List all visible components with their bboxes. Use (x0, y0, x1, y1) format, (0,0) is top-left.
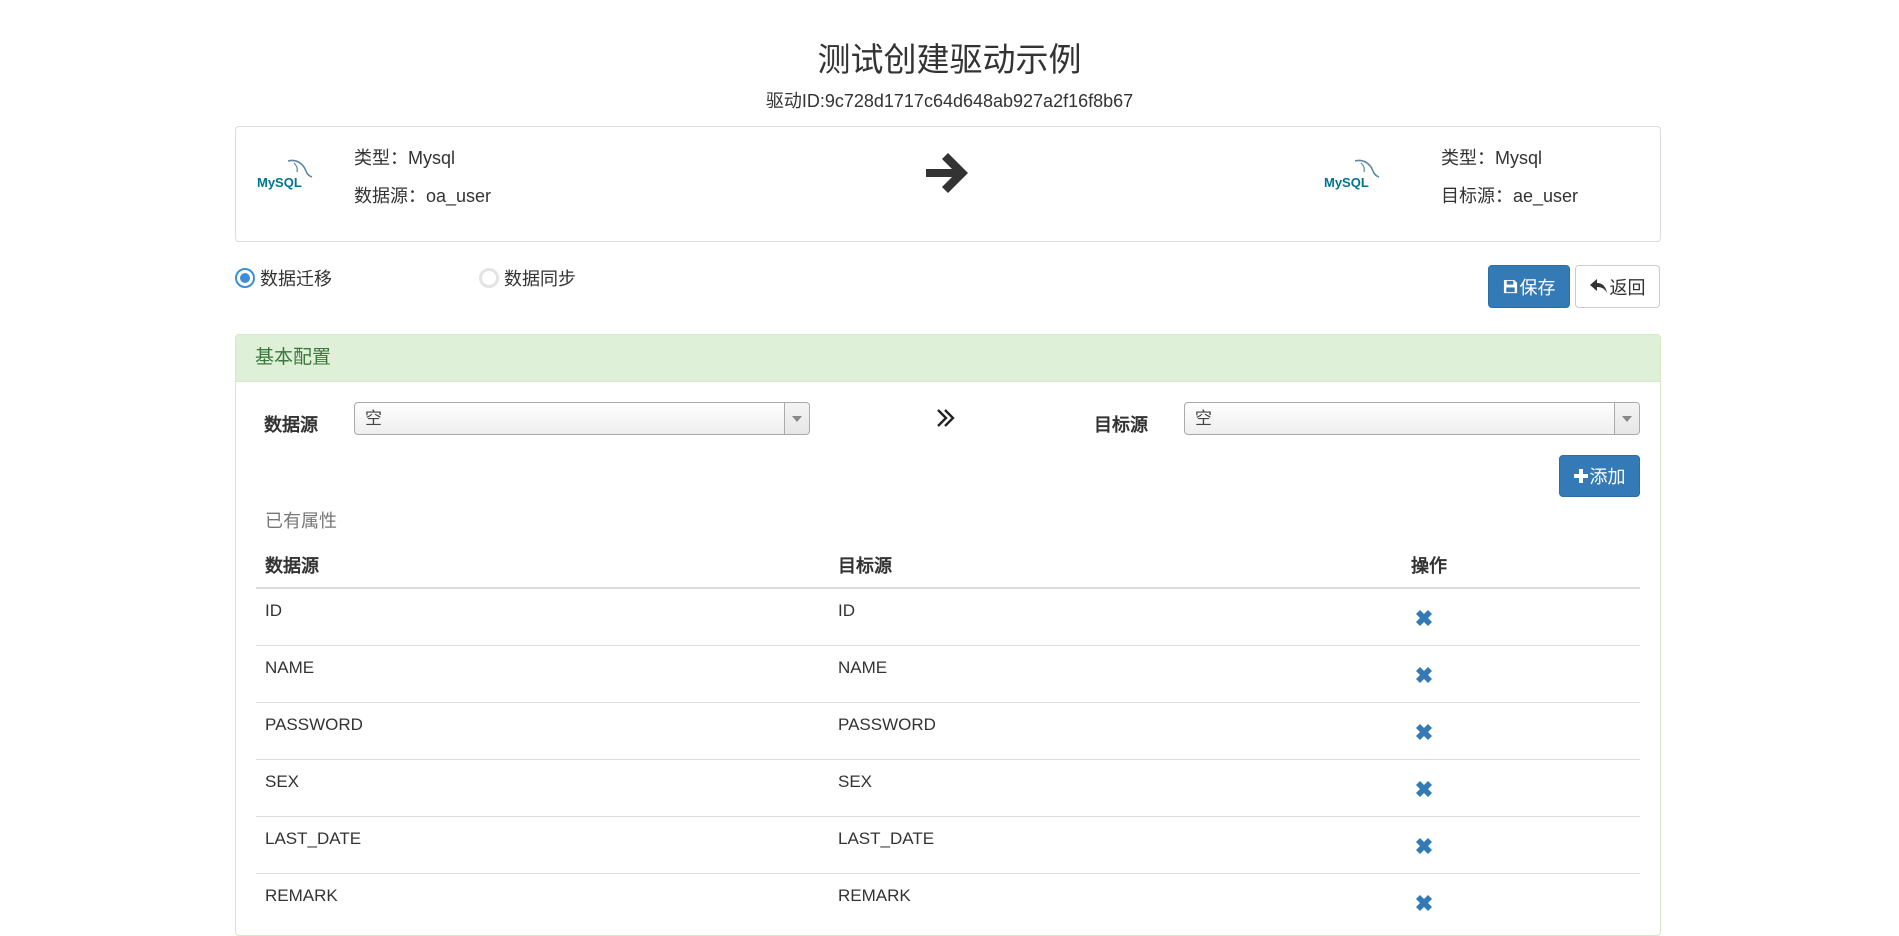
radio-label-sync: 数据同步 (504, 269, 576, 289)
target-select-value: 空 (1195, 409, 1212, 428)
cell-source: ID (256, 587, 829, 645)
target-type: 类型：Mysql (1441, 148, 1543, 168)
driver-id: 驱动ID:9c728d1717c64d648ab927a2f16f8b67 (765, 91, 1134, 111)
existing-attributes-title: 已有属性 (265, 511, 337, 531)
attribute-table: 数据源 目标源 操作 ID ID NAME NAME PASSWORD PASS… (256, 542, 1640, 930)
cell-target: REMARK (829, 872, 1402, 930)
cell-action (1402, 644, 1640, 702)
cell-target: LAST_DATE (829, 815, 1402, 873)
table-row: SEX SEX (256, 758, 1640, 816)
target-name: 目标源：ae_user (1441, 186, 1579, 206)
column-header-action: 操作 (1402, 542, 1640, 589)
remove-icon[interactable] (1411, 776, 1437, 802)
source-name: 数据源：oa_user (354, 186, 492, 206)
cell-action (1402, 815, 1640, 873)
table-header-row: 数据源 目标源 操作 (256, 542, 1640, 589)
cell-source: SEX (256, 758, 829, 816)
source-field-label: 数据源 (264, 415, 318, 435)
cell-target: PASSWORD (829, 701, 1402, 759)
plus-icon (1573, 469, 1588, 483)
radio-unchecked-icon[interactable] (479, 268, 499, 288)
basic-config-panel: 基本配置 数据源 空 目标源 空 添加 已有属性 数据源 目标源 操作 ID I… (235, 334, 1661, 936)
table-row: NAME NAME (256, 644, 1640, 702)
table-row: PASSWORD PASSWORD (256, 701, 1640, 759)
chevron-down-icon[interactable] (784, 403, 809, 434)
cell-source: NAME (256, 644, 829, 702)
cell-source: REMARK (256, 872, 829, 930)
cell-target: NAME (829, 644, 1402, 702)
table-row: ID ID (256, 587, 1640, 645)
radio-label-migration: 数据迁移 (260, 269, 332, 289)
radio-data-sync[interactable]: 数据同步 (479, 265, 576, 291)
back-icon (1589, 279, 1607, 293)
cell-action (1402, 701, 1640, 759)
save-button[interactable]: 保存 (1488, 265, 1570, 308)
double-chevron-right-icon (937, 409, 955, 427)
panel-heading: 基本配置 (236, 335, 1660, 382)
mysql-logo-icon: MySQL (1324, 159, 1380, 190)
column-header-source: 数据源 (256, 542, 829, 589)
remove-icon[interactable] (1411, 605, 1437, 631)
back-button-label: 返回 (1609, 277, 1646, 298)
chevron-down-icon[interactable] (1614, 403, 1639, 434)
table-row: REMARK REMARK (256, 872, 1640, 930)
cell-action (1402, 758, 1640, 816)
mysql-logo-text: MySQL (1324, 175, 1369, 190)
target-field-label: 目标源 (1094, 415, 1148, 435)
mysql-logo-icon: MySQL (257, 159, 313, 190)
floppy-disk-icon (1503, 279, 1517, 294)
source-type: 类型：Mysql (354, 148, 456, 168)
cell-target: SEX (829, 758, 1402, 816)
table-row: LAST_DATE LAST_DATE (256, 815, 1640, 873)
remove-icon[interactable] (1411, 833, 1437, 859)
target-select[interactable]: 空 (1184, 402, 1640, 435)
add-button-label: 添加 (1589, 467, 1626, 487)
save-button-label: 保存 (1519, 277, 1556, 298)
cell-source: LAST_DATE (256, 815, 829, 873)
remove-icon[interactable] (1411, 719, 1437, 745)
radio-data-migration[interactable]: 数据迁移 (235, 265, 332, 291)
source-select-value: 空 (365, 409, 382, 428)
remove-icon[interactable] (1411, 890, 1437, 916)
add-button[interactable]: 添加 (1559, 455, 1640, 497)
page: 测试创建驱动示例 驱动ID:9c728d1717c64d648ab927a2f1… (0, 0, 1899, 936)
cell-action (1402, 872, 1640, 930)
column-header-target: 目标源 (829, 542, 1402, 589)
mysql-logo-text: MySQL (257, 175, 302, 190)
arrow-right-icon (926, 153, 968, 193)
source-select[interactable]: 空 (354, 402, 810, 435)
cell-action (1402, 587, 1640, 645)
remove-icon[interactable] (1411, 662, 1437, 688)
back-button[interactable]: 返回 (1575, 265, 1660, 308)
cell-target: ID (829, 587, 1402, 645)
page-title: 测试创建驱动示例 (817, 41, 1082, 78)
cell-source: PASSWORD (256, 701, 829, 759)
driver-summary-panel: MySQL 类型：Mysql 数据源：oa_user MySQL 类型：Mysq… (235, 126, 1661, 242)
radio-checked-icon[interactable] (235, 268, 255, 288)
